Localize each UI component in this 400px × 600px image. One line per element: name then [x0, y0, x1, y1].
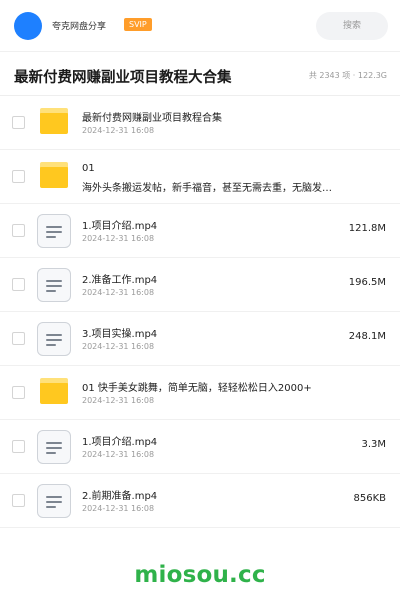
- file-row[interactable]: 01 海外头条搬运发帖，新手福音，甚至无需去重，无脑发布，日入2000+: [0, 150, 400, 204]
- file-date: 2024-12-31 16:08: [82, 450, 155, 459]
- user-name[interactable]: 夸克网盘分享: [52, 19, 106, 32]
- video-file-icon: [37, 214, 71, 248]
- page-title: 最新付费网赚副业项目教程大合集: [14, 70, 232, 86]
- file-name[interactable]: 2.准备工作.mp4: [82, 271, 157, 286]
- file-row[interactable]: 01 快手美女跳舞，简单无脑，轻轻松松日入2000+ 2024-12-31 16…: [0, 366, 400, 420]
- file-name[interactable]: 1.项目介绍.mp4: [82, 433, 157, 448]
- file-row[interactable]: 1.项目介绍.mp4 2024-12-31 16:08 3.3M: [0, 420, 400, 474]
- file-name[interactable]: 1.项目介绍.mp4: [82, 217, 157, 232]
- row-checkbox[interactable]: [12, 170, 25, 183]
- file-row[interactable]: 2.前期准备.mp4 2024-12-31 16:08 856KB: [0, 474, 400, 528]
- folder-icon: [40, 108, 68, 134]
- file-name[interactable]: 2.前期准备.mp4: [82, 487, 157, 502]
- file-date: 2024-12-31 16:08: [82, 288, 155, 297]
- video-file-icon: [37, 322, 71, 356]
- file-date: 2024-12-31 16:08: [82, 504, 155, 513]
- file-size: 3.3M: [361, 439, 386, 450]
- row-checkbox[interactable]: [12, 440, 25, 453]
- row-checkbox[interactable]: [12, 224, 25, 237]
- row-checkbox[interactable]: [12, 332, 25, 345]
- file-name[interactable]: 01: [82, 163, 95, 174]
- file-size: 856KB: [353, 493, 386, 504]
- watermark-logo: miosou.cc: [134, 562, 266, 588]
- search-input[interactable]: [316, 12, 388, 40]
- folder-icon: [40, 378, 68, 404]
- row-checkbox[interactable]: [12, 386, 25, 399]
- file-list: 最新付费网赚副业项目教程合集 2024-12-31 16:08 01 海外头条搬…: [0, 96, 400, 528]
- video-file-icon: [37, 484, 71, 518]
- row-checkbox[interactable]: [12, 278, 25, 291]
- video-file-icon: [37, 268, 71, 302]
- file-row[interactable]: 2.准备工作.mp4 2024-12-31 16:08 196.5M: [0, 258, 400, 312]
- file-name[interactable]: 01 快手美女跳舞，简单无脑，轻轻松松日入2000+: [82, 379, 312, 394]
- file-name[interactable]: 3.项目实操.mp4: [82, 325, 157, 340]
- app-header: 夸克网盘分享 SVIP: [0, 0, 400, 52]
- file-row[interactable]: 1.项目介绍.mp4 2024-12-31 16:08 121.8M: [0, 204, 400, 258]
- file-row[interactable]: 3.项目实操.mp4 2024-12-31 16:08 248.1M: [0, 312, 400, 366]
- file-date: 2024-12-31 16:08: [82, 396, 155, 405]
- file-name[interactable]: 最新付费网赚副业项目教程合集: [82, 109, 222, 124]
- file-size: 248.1M: [348, 331, 386, 342]
- folder-icon: [40, 162, 68, 188]
- svip-badge: SVIP: [124, 18, 152, 31]
- row-checkbox[interactable]: [12, 494, 25, 507]
- file-size: 196.5M: [348, 277, 386, 288]
- file-name-continued[interactable]: 海外头条搬运发帖，新手福音，甚至无需去重，无脑发布，日入2000+: [82, 179, 340, 194]
- file-date: 2024-12-31 16:08: [82, 126, 155, 135]
- file-size: 121.8M: [348, 223, 386, 234]
- row-checkbox[interactable]: [12, 116, 25, 129]
- video-file-icon: [37, 430, 71, 464]
- avatar[interactable]: [14, 12, 42, 40]
- file-row[interactable]: 最新付费网赚副业项目教程合集 2024-12-31 16:08: [0, 96, 400, 150]
- share-title-bar: 最新付费网赚副业项目教程大合集 共 2343 项 · 122.3G: [0, 52, 400, 96]
- share-stats: 共 2343 项 · 122.3G: [308, 71, 387, 80]
- file-date: 2024-12-31 16:08: [82, 342, 155, 351]
- file-date: 2024-12-31 16:08: [82, 234, 155, 243]
